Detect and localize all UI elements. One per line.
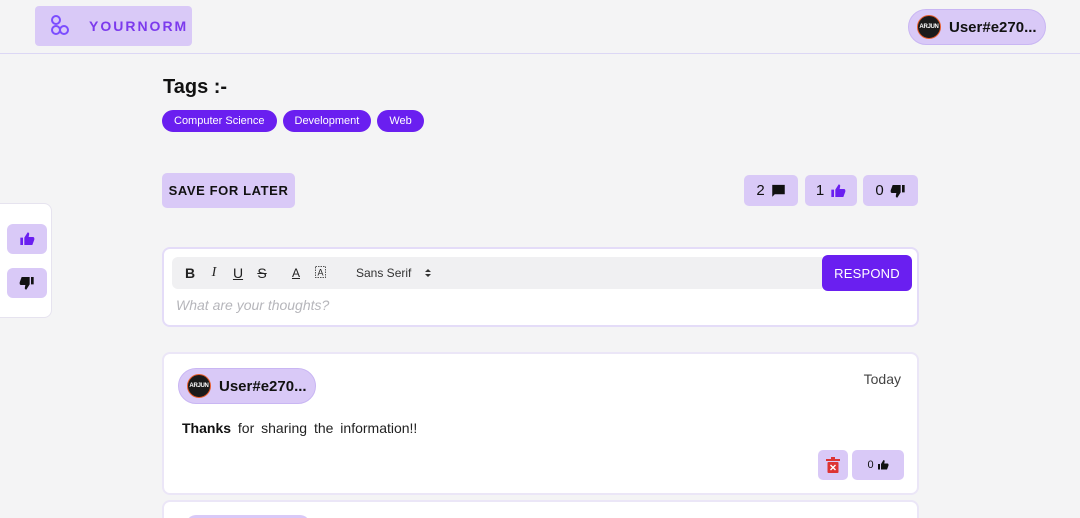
tags-title: Tags :-: [163, 76, 228, 98]
font-select[interactable]: Sans Serif: [356, 266, 432, 280]
select-arrows-icon: [425, 269, 432, 277]
comment-text-rest: for sharing the information!!: [237, 420, 418, 436]
comment-card: [162, 500, 919, 518]
comments-count: 2: [756, 182, 765, 199]
save-for-later-button[interactable]: SAVE FOR LATER: [162, 173, 295, 208]
comment-author-name: User#e270...: [219, 377, 307, 395]
tag-development[interactable]: Development: [282, 110, 372, 132]
dislike-count-button[interactable]: 0: [863, 175, 918, 206]
brand-logo[interactable]: YOURNORM: [35, 6, 192, 46]
tag-computer-science[interactable]: Computer Science: [162, 110, 277, 132]
brand-name: YOURNORM: [89, 18, 189, 34]
response-editor: B I U S A A Sans Serif RESPOND What are …: [162, 247, 919, 327]
respond-button[interactable]: RESPOND: [822, 255, 912, 291]
user-name: User#e270...: [949, 18, 1037, 36]
highlight-icon: A: [314, 266, 326, 278]
top-bar: YOURNORM ARJUN User#e270...: [0, 0, 1080, 54]
upvote-button[interactable]: [7, 224, 47, 254]
response-input[interactable]: What are your thoughts?: [176, 297, 329, 313]
delete-comment-button[interactable]: [818, 450, 848, 480]
background-color-button[interactable]: A: [314, 265, 326, 281]
comment-icon: [771, 184, 785, 197]
underline-button[interactable]: U: [232, 265, 244, 281]
logo-icon: [49, 15, 71, 37]
thumbs-up-icon: [20, 232, 35, 245]
svg-text:A: A: [317, 268, 323, 278]
thumbs-down-icon: [19, 277, 34, 290]
tag-web[interactable]: Web: [377, 110, 424, 132]
comment-date: Today: [863, 371, 901, 387]
likes-count: 1: [815, 182, 825, 199]
dislikes-count: 0: [875, 182, 884, 199]
comment-like-button[interactable]: 0: [852, 450, 904, 480]
editor-toolbar: B I U S A A Sans Serif: [172, 257, 822, 289]
user-menu-button[interactable]: ARJUN User#e270...: [908, 9, 1046, 45]
thumbs-down-icon: [890, 184, 905, 198]
italic-button[interactable]: I: [208, 265, 220, 281]
thumbs-up-icon: [831, 183, 846, 197]
strikethrough-button[interactable]: S: [256, 265, 268, 281]
like-count-button[interactable]: 1: [805, 175, 857, 206]
avatar: ARJUN: [187, 374, 211, 398]
font-select-value: Sans Serif: [356, 266, 412, 280]
font-color-button[interactable]: A: [290, 266, 302, 280]
comment-author[interactable]: ARJUN User#e270...: [178, 368, 316, 404]
thumbs-up-icon: [877, 460, 889, 470]
side-vote-panel: [0, 203, 52, 318]
avatar: ARJUN: [917, 15, 941, 39]
comment-card: ARJUN User#e270... Today Thanks for shar…: [162, 352, 919, 495]
trash-icon: [826, 457, 840, 473]
tag-list: Computer Science Development Web: [162, 110, 424, 132]
bold-button[interactable]: B: [184, 265, 196, 281]
comment-text: Thanks for sharing the information!!: [182, 420, 417, 436]
comment-text-bold: Thanks: [182, 420, 232, 436]
comment-likes-count: 0: [867, 459, 874, 471]
downvote-button[interactable]: [7, 268, 47, 298]
comments-count-button[interactable]: 2: [744, 175, 798, 206]
